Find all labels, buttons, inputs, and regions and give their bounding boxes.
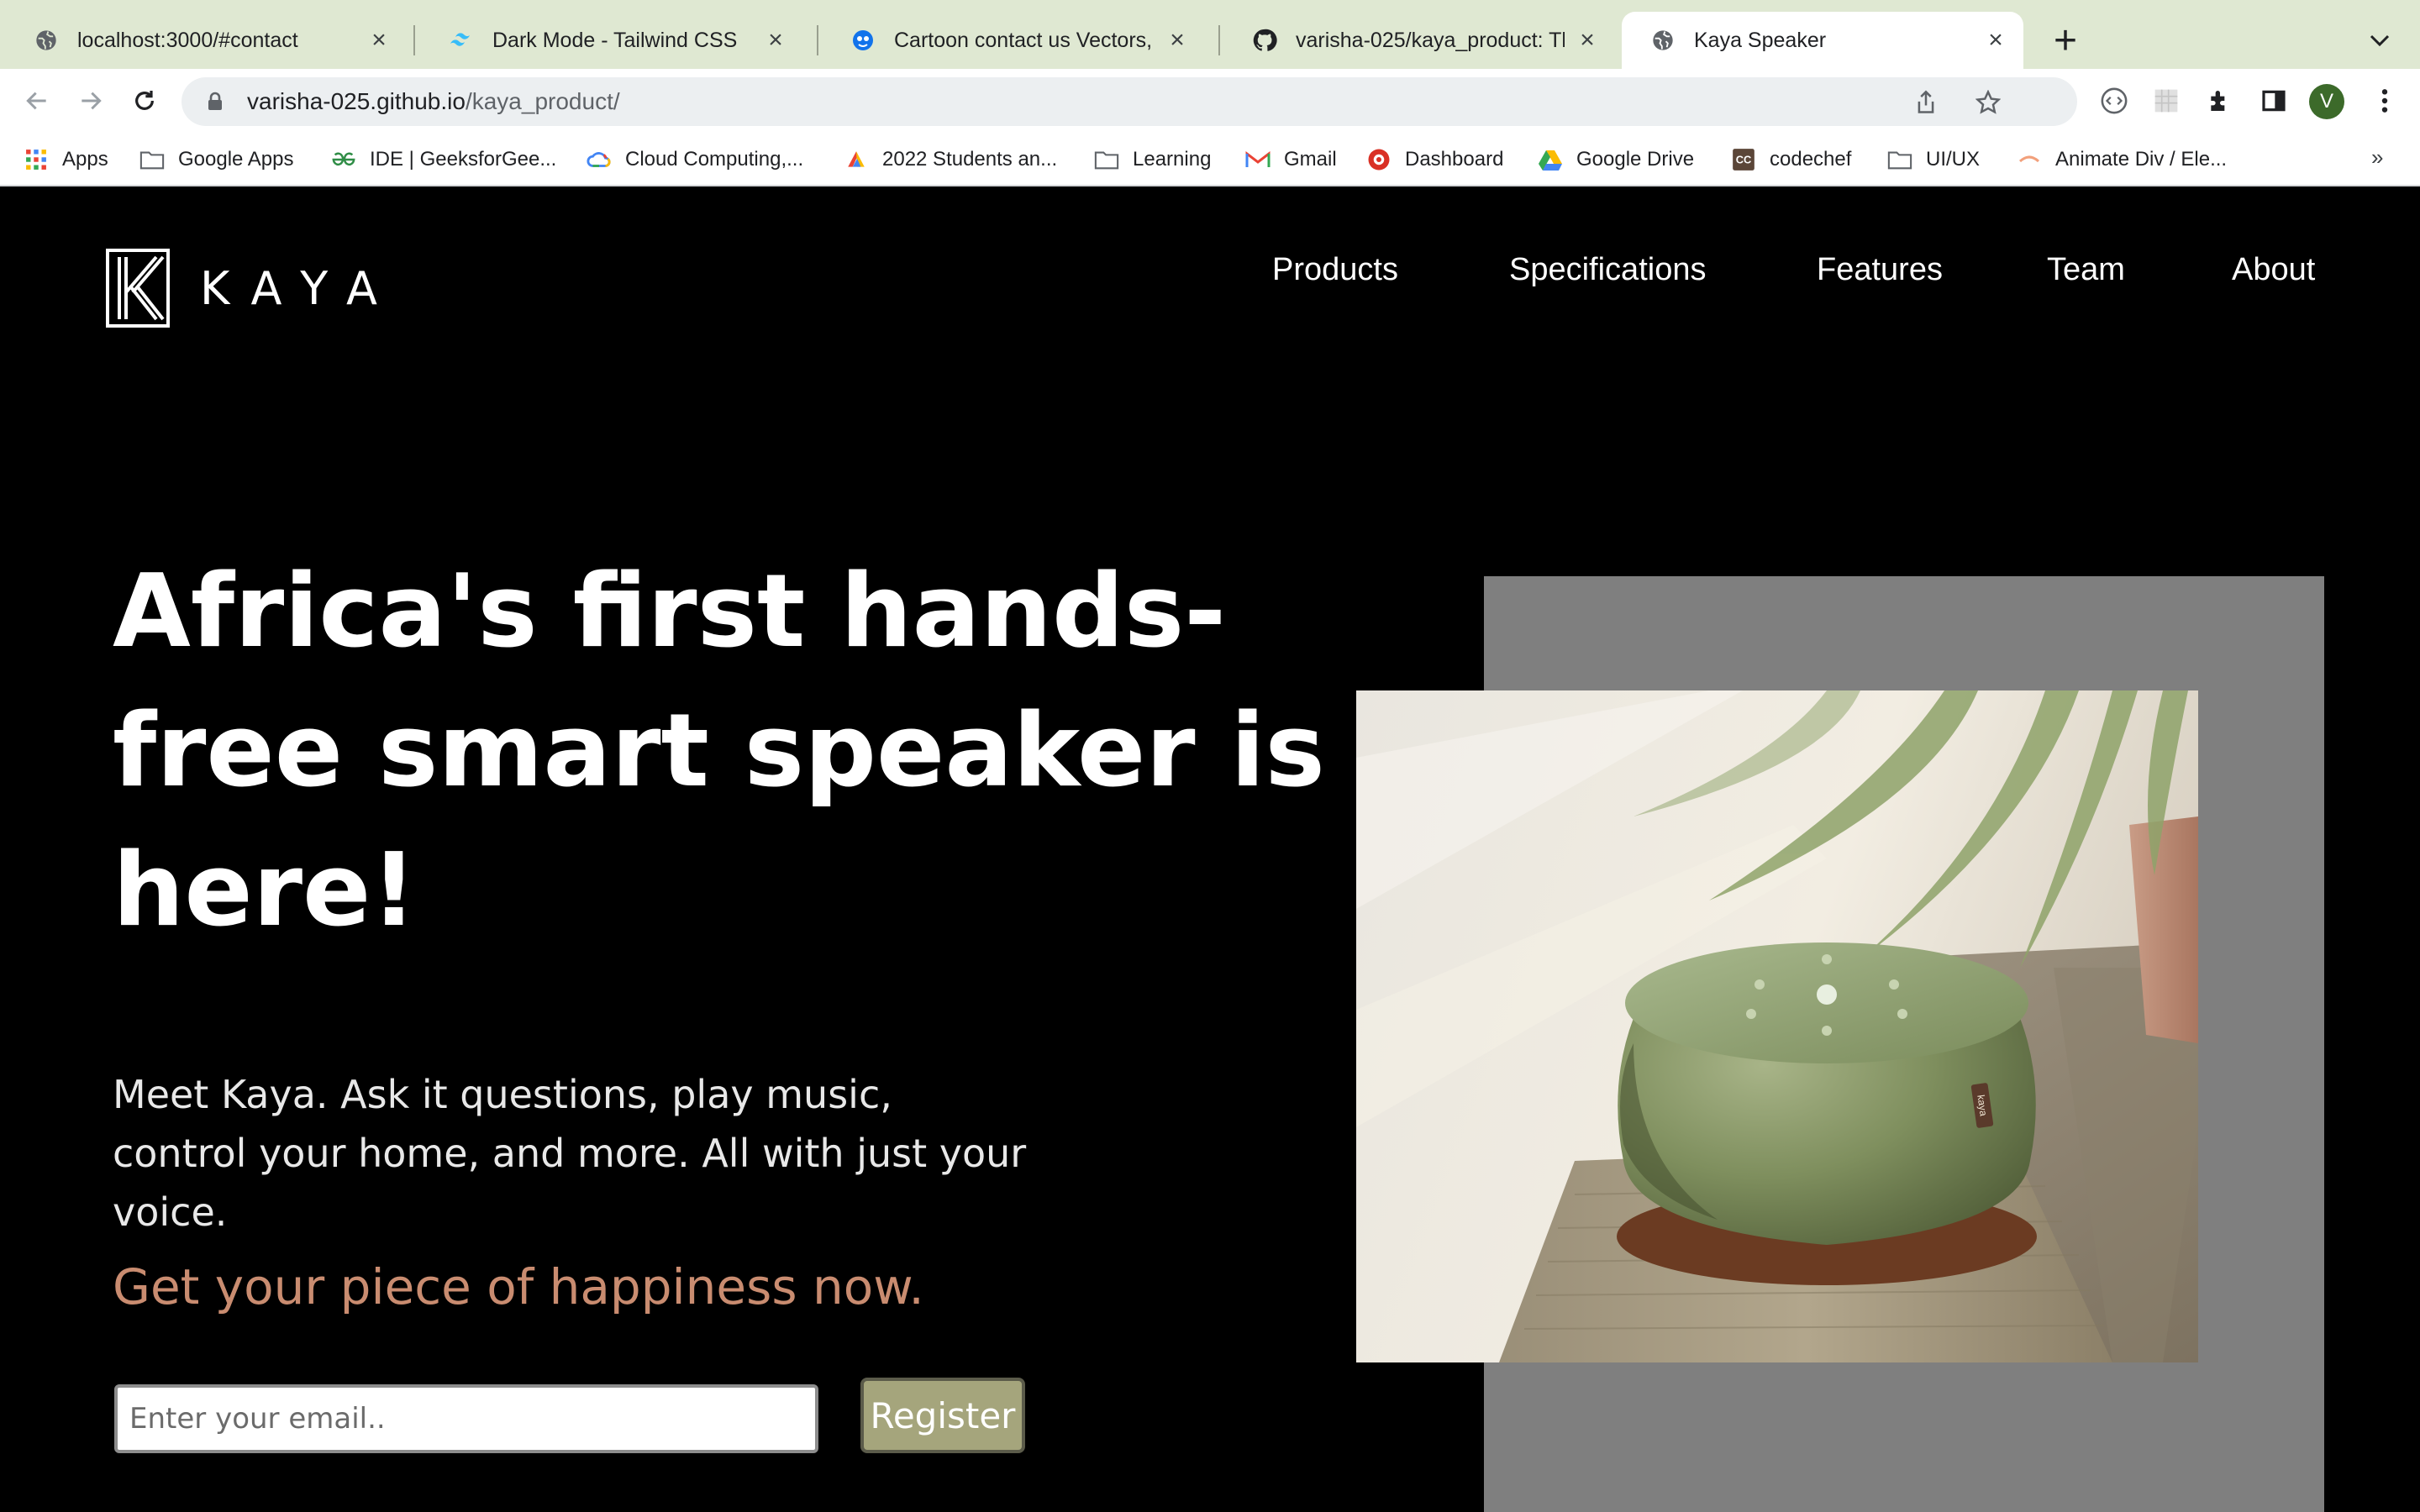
bookmark-learning[interactable]: Learning bbox=[1094, 144, 1211, 175]
bookmark-cloud-computing[interactable]: Cloud Computing,... bbox=[587, 144, 803, 175]
extension-code-icon[interactable] bbox=[2097, 84, 2131, 118]
browser-toolbar: varisha-025.github.io/kaya_product/ V bbox=[0, 69, 2420, 133]
tab-close-icon[interactable]: × bbox=[763, 26, 788, 54]
bookmark-label: Cloud Computing,... bbox=[625, 148, 804, 171]
bookmark-apps[interactable]: Apps bbox=[24, 144, 108, 175]
url-path: /kaya_product/ bbox=[465, 88, 620, 114]
tab-separator bbox=[413, 25, 415, 55]
bookmark-label: 2022 Students an... bbox=[882, 148, 1058, 171]
speaker-product-photo: kaya bbox=[1356, 690, 2198, 1362]
bookmark-label: Learning bbox=[1133, 148, 1212, 171]
reload-icon[interactable] bbox=[126, 82, 163, 119]
bookmark-dashboard[interactable]: Dashboard bbox=[1366, 144, 1503, 175]
kaya-k-mark-icon bbox=[106, 249, 170, 328]
tailwind-icon bbox=[449, 28, 474, 53]
bookmark-codechef[interactable]: CC codechef bbox=[1731, 144, 1851, 175]
animate-site-icon bbox=[2017, 147, 2042, 172]
bookmark-site-icon bbox=[844, 147, 869, 172]
share-icon[interactable] bbox=[1912, 89, 1939, 116]
bookmark-label: Apps bbox=[62, 148, 108, 171]
tab-title: Cartoon contact us Vectors, Ph bbox=[894, 28, 1155, 52]
bookmark-gmail[interactable]: Gmail bbox=[1245, 144, 1337, 175]
tab-title: localhost:3000/#contact bbox=[77, 28, 298, 52]
globe-icon bbox=[1650, 28, 1676, 53]
freepik-icon bbox=[850, 28, 876, 53]
new-tab-button[interactable]: + bbox=[2044, 18, 2087, 63]
speaker-illustration: kaya bbox=[1356, 690, 2198, 1362]
lock-icon[interactable] bbox=[203, 90, 227, 113]
tab-close-icon[interactable]: × bbox=[366, 26, 392, 54]
bookmark-label: Google Apps bbox=[178, 148, 294, 171]
bookmark-google-apps[interactable]: Google Apps bbox=[139, 144, 293, 175]
codechef-icon: CC bbox=[1731, 147, 1756, 172]
tab-separator bbox=[1218, 25, 1220, 55]
register-button[interactable]: Register bbox=[860, 1378, 1025, 1453]
bookmark-ui-ux[interactable]: UI/UX bbox=[1887, 144, 1980, 175]
dashboard-icon bbox=[1366, 147, 1392, 172]
bookmark-label: UI/UX bbox=[1926, 148, 1981, 171]
bookmark-google-drive[interactable]: Google Drive bbox=[1538, 144, 1694, 175]
url-text: varisha-025.github.io/kaya_product/ bbox=[247, 88, 620, 115]
bookmark-label: codechef bbox=[1770, 148, 1852, 171]
folder-icon bbox=[1094, 147, 1119, 172]
side-panel-icon[interactable] bbox=[2257, 84, 2291, 118]
back-arrow-icon[interactable] bbox=[18, 82, 55, 119]
bookmark-2022-students[interactable]: 2022 Students an... bbox=[844, 144, 1057, 175]
bookmark-star-icon[interactable] bbox=[1975, 89, 2002, 116]
nav-team[interactable]: Team bbox=[2047, 252, 2125, 288]
brand-wordmark: KAYA bbox=[200, 261, 399, 315]
email-input[interactable] bbox=[114, 1384, 818, 1453]
nav-features[interactable]: Features bbox=[1817, 252, 1943, 288]
apps-grid-icon bbox=[24, 147, 49, 172]
nav-about[interactable]: About bbox=[2232, 252, 2315, 288]
tab-title: Dark Mode - Tailwind CSS bbox=[492, 28, 738, 52]
folder-icon bbox=[139, 147, 165, 172]
geeksforgeeks-icon bbox=[331, 147, 356, 172]
bookmark-animate-div[interactable]: Animate Div / Ele... bbox=[2017, 144, 2227, 175]
tab-localhost-contact[interactable]: localhost:3000/#contact × bbox=[5, 12, 407, 69]
bookmark-label: Animate Div / Ele... bbox=[2055, 148, 2228, 171]
tab-tailwind-dark-mode[interactable]: Dark Mode - Tailwind CSS × bbox=[420, 12, 803, 69]
bookmark-geeksforgeeks[interactable]: IDE | GeeksforGee... bbox=[331, 144, 556, 175]
cta-text: Get your piece of happiness now. bbox=[113, 1258, 924, 1315]
gmail-icon bbox=[1245, 147, 1270, 172]
tab-kaya-speaker[interactable]: Kaya Speaker × bbox=[1622, 12, 2023, 69]
profile-avatar[interactable]: V bbox=[2309, 84, 2344, 119]
kaya-landing-page: KAYA Products Specifications Features Te… bbox=[0, 186, 2420, 1512]
google-drive-icon bbox=[1538, 147, 1563, 172]
kebab-menu-icon[interactable] bbox=[2368, 84, 2402, 118]
tab-github-kaya-product[interactable]: varisha-025/kaya_product: The × bbox=[1223, 12, 1615, 69]
google-cloud-icon bbox=[587, 147, 612, 172]
puzzle-extensions-icon[interactable] bbox=[2203, 84, 2237, 118]
globe-icon bbox=[34, 28, 59, 53]
tab-title: Kaya Speaker bbox=[1694, 28, 1827, 52]
browser-tab-bar: localhost:3000/#contact × Dark Mode - Ta… bbox=[0, 0, 2420, 69]
tab-cartoon-contact-vectors[interactable]: Cartoon contact us Vectors, Ph × bbox=[822, 12, 1205, 69]
nav-products[interactable]: Products bbox=[1272, 252, 1398, 288]
tab-title: varisha-025/kaya_product: The bbox=[1296, 28, 1565, 52]
bookmark-label: IDE | GeeksforGee... bbox=[370, 148, 557, 171]
bookmark-label: Dashboard bbox=[1405, 148, 1504, 171]
extension-grid-icon[interactable] bbox=[2149, 84, 2183, 118]
tab-separator bbox=[817, 25, 818, 55]
forward-arrow-icon[interactable] bbox=[72, 82, 109, 119]
bookmark-label: Gmail bbox=[1284, 148, 1337, 171]
github-icon bbox=[1252, 28, 1277, 53]
svg-text:CC: CC bbox=[1736, 154, 1752, 166]
hero-headline: Africa's first hands-free smart speaker … bbox=[113, 554, 1325, 949]
nav-specifications[interactable]: Specifications bbox=[1509, 252, 1706, 288]
address-bar[interactable]: varisha-025.github.io/kaya_product/ bbox=[182, 77, 2077, 126]
tab-close-icon[interactable]: × bbox=[1165, 26, 1190, 54]
hero-description: Meet Kaya. Ask it questions, play music,… bbox=[113, 1072, 1027, 1235]
bookmark-label: Google Drive bbox=[1576, 148, 1695, 171]
bookmarks-bar: Apps Google Apps IDE | GeeksforGee... Cl… bbox=[0, 133, 2420, 186]
bookmarks-overflow-chevron[interactable]: » bbox=[2371, 144, 2383, 171]
tab-close-icon[interactable]: × bbox=[1575, 26, 1600, 54]
url-host: varisha-025.github.io bbox=[247, 88, 466, 114]
kaya-logo[interactable]: KAYA bbox=[106, 249, 399, 328]
tab-close-icon[interactable]: × bbox=[1983, 26, 2008, 54]
tab-search-chevron-icon[interactable] bbox=[2361, 22, 2398, 59]
folder-icon bbox=[1887, 147, 1912, 172]
